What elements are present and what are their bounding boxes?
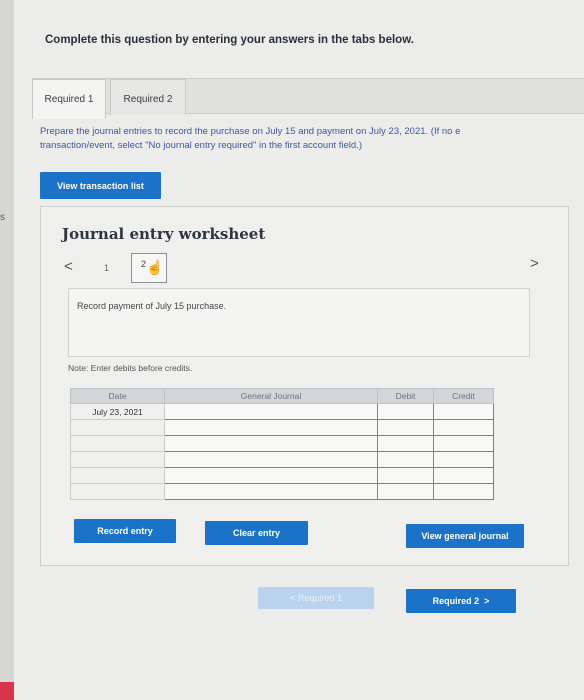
tabs-bar: Required 1 Required 2 xyxy=(32,78,584,119)
date-cell: July 23, 2021 xyxy=(70,403,165,420)
chevron-right-small-icon: > xyxy=(479,596,490,606)
journal-row: July 23, 2021 xyxy=(70,403,494,420)
date-header: Date xyxy=(70,388,165,404)
page-1-link[interactable]: 1 xyxy=(104,263,109,273)
journal-table: Date General Journal Debit Credit July 2… xyxy=(70,388,494,500)
debit-input[interactable] xyxy=(377,435,434,452)
account-select[interactable] xyxy=(164,419,378,436)
credit-input[interactable] xyxy=(433,483,494,500)
credit-input[interactable] xyxy=(433,435,494,452)
general-journal-header: General Journal xyxy=(164,388,378,404)
entry-description-box xyxy=(68,288,530,357)
note-text: Note: Enter debits before credits. xyxy=(68,363,193,373)
next-required-button[interactable]: Required 2 > xyxy=(406,589,516,613)
chevron-left-small-icon: < xyxy=(290,593,298,603)
journal-row xyxy=(70,467,494,484)
worksheet-panel xyxy=(40,206,569,566)
question-prompt: Prepare the journal entries to record th… xyxy=(40,125,584,153)
view-transaction-list-button[interactable]: View transaction list xyxy=(40,172,161,199)
journal-row xyxy=(70,419,494,436)
worksheet-title: Journal entry worksheet xyxy=(62,225,266,243)
debit-input[interactable] xyxy=(377,403,434,420)
next-required-label: Required 2 xyxy=(432,596,480,606)
credit-input[interactable] xyxy=(433,467,494,484)
prompt-line-1: Prepare the journal entries to record th… xyxy=(40,126,461,137)
date-cell xyxy=(70,467,165,484)
debit-input[interactable] xyxy=(377,467,434,484)
journal-row xyxy=(70,483,494,500)
edge-letter: s xyxy=(0,212,5,223)
prompt-line-2: transaction/event, select "No journal en… xyxy=(40,140,362,151)
credit-header: Credit xyxy=(433,388,494,404)
account-select[interactable] xyxy=(164,403,378,420)
chevron-left-icon[interactable]: < xyxy=(64,258,73,275)
credit-input[interactable] xyxy=(433,403,494,420)
date-cell xyxy=(70,483,165,500)
entry-description: Record payment of July 15 purchase. xyxy=(77,301,227,311)
account-select[interactable] xyxy=(164,435,378,452)
record-entry-button[interactable]: Record entry xyxy=(74,519,176,543)
prev-required-button[interactable]: < Required 1 xyxy=(258,587,374,609)
account-select[interactable] xyxy=(164,451,378,468)
credit-input[interactable] xyxy=(433,451,494,468)
date-cell xyxy=(70,451,165,468)
account-select[interactable] xyxy=(164,483,378,500)
prev-required-label: Required 1 xyxy=(297,593,342,603)
date-cell xyxy=(70,419,165,436)
tab-required-2[interactable]: Required 2 xyxy=(110,79,186,115)
view-general-journal-button[interactable]: View general journal xyxy=(406,524,524,548)
red-edge-marker xyxy=(0,682,14,700)
credit-input[interactable] xyxy=(433,419,494,436)
screen-edge xyxy=(0,0,14,700)
instruction-text: Complete this question by entering your … xyxy=(45,34,414,46)
account-select[interactable] xyxy=(164,467,378,484)
hand-pointer-icon: ☝ xyxy=(146,259,164,275)
tab-required-1[interactable]: Required 1 xyxy=(32,79,106,119)
debit-input[interactable] xyxy=(377,419,434,436)
clear-entry-button[interactable]: Clear entry xyxy=(205,521,308,545)
journal-row xyxy=(70,435,494,452)
date-cell xyxy=(70,435,165,452)
journal-row xyxy=(70,451,494,468)
chevron-right-icon[interactable]: > xyxy=(530,255,539,272)
page-2-current[interactable]: 2 ☝ xyxy=(131,253,167,283)
debit-input[interactable] xyxy=(377,483,434,500)
debit-header: Debit xyxy=(377,388,434,404)
debit-input[interactable] xyxy=(377,451,434,468)
